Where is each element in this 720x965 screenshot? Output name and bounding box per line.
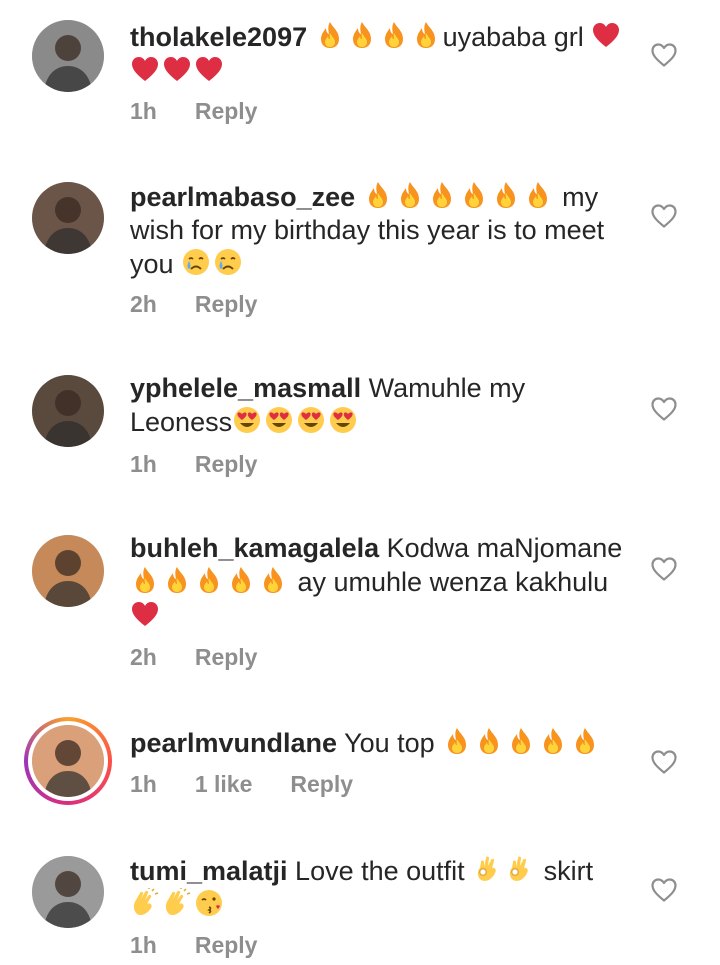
- comment-meta: 1h 1 like Reply: [130, 771, 391, 798]
- heart-outline-icon[interactable]: [650, 42, 678, 68]
- reply-button[interactable]: Reply: [195, 932, 258, 958]
- clapping-hands-emoji-icon: [162, 888, 192, 918]
- comment-meta: 1h Reply: [130, 98, 295, 125]
- heart-eyes-emoji-icon: [264, 405, 294, 435]
- comment-username[interactable]: pearlmvundlane: [130, 728, 337, 758]
- comment-meta: 1h Reply: [130, 451, 295, 478]
- clapping-hands-emoji-icon: [130, 888, 160, 918]
- comment-time: 1h: [130, 771, 157, 797]
- fire-emoji-icon: [491, 180, 521, 210]
- comment-username[interactable]: tholakele2097: [130, 22, 307, 52]
- comment-text: ay umuhle wenza kakhulu: [290, 567, 609, 597]
- avatar[interactable]: [32, 725, 104, 797]
- reply-button[interactable]: Reply: [195, 98, 258, 124]
- fire-emoji-icon: [363, 180, 393, 210]
- comment-meta: 1h Reply: [130, 932, 295, 959]
- crying-face-emoji-icon: [181, 247, 211, 277]
- heart-outline-icon[interactable]: [650, 203, 678, 229]
- fire-emoji-icon: [194, 565, 224, 595]
- fire-emoji-icon: [162, 565, 192, 595]
- comment-time: 2h: [130, 644, 157, 670]
- comment-text: skirt: [536, 856, 594, 886]
- fire-emoji-icon: [258, 565, 288, 595]
- crying-face-emoji-icon: [213, 247, 243, 277]
- ok-hand-emoji-icon: [472, 854, 502, 884]
- comment-username[interactable]: pearlmabaso_zee: [130, 182, 355, 212]
- fire-emoji-icon: [523, 180, 553, 210]
- fire-emoji-icon: [379, 20, 409, 50]
- ok-hand-emoji-icon: [504, 854, 534, 884]
- comment-body: tumi_malatji Love the outfit skirt: [130, 854, 630, 922]
- comment-meta: 2h Reply: [130, 291, 295, 318]
- comment-time: 1h: [130, 98, 157, 124]
- fire-emoji-icon: [411, 20, 441, 50]
- red-heart-emoji-icon: [591, 20, 621, 50]
- comment-username[interactable]: tumi_malatji: [130, 856, 288, 886]
- comment-time: 1h: [130, 451, 157, 477]
- avatar[interactable]: [32, 856, 104, 928]
- avatar[interactable]: [32, 535, 104, 607]
- red-heart-emoji-icon: [162, 54, 192, 84]
- fire-emoji-icon: [347, 20, 377, 50]
- avatar[interactable]: [32, 182, 104, 254]
- comment-username[interactable]: buhleh_kamagalela: [130, 533, 379, 563]
- fire-emoji-icon: [442, 726, 472, 756]
- reply-button[interactable]: Reply: [195, 644, 258, 670]
- heart-outline-icon[interactable]: [650, 749, 678, 775]
- fire-emoji-icon: [226, 565, 256, 595]
- heart-outline-icon[interactable]: [650, 877, 678, 903]
- comment-text: Kodwa maNjomane: [379, 533, 623, 563]
- fire-emoji-icon: [474, 726, 504, 756]
- comment-meta: 2h Reply: [130, 644, 295, 671]
- comment-text: uyababa grl: [442, 22, 592, 52]
- red-heart-emoji-icon: [130, 599, 160, 629]
- comment-body: pearlmvundlane You top: [130, 726, 630, 760]
- comment-body: tholakele2097 uyababa grl: [130, 20, 630, 88]
- comment-body: yphelele_masmall Wamuhle my Leoness: [130, 372, 630, 439]
- comment-likes-count[interactable]: 1 like: [195, 771, 253, 797]
- avatar[interactable]: [32, 20, 104, 92]
- comment-text: Love the outfit: [287, 856, 473, 886]
- kissing-face-emoji-icon: [194, 888, 224, 918]
- reply-button[interactable]: Reply: [195, 291, 258, 317]
- story-ring[interactable]: [24, 717, 112, 805]
- comment-username[interactable]: yphelele_masmall: [130, 373, 361, 403]
- heart-outline-icon[interactable]: [650, 556, 678, 582]
- comment-time: 2h: [130, 291, 157, 317]
- fire-emoji-icon: [130, 565, 160, 595]
- comment-time: 1h: [130, 932, 157, 958]
- fire-emoji-icon: [315, 20, 345, 50]
- reply-button[interactable]: Reply: [290, 771, 353, 797]
- avatar[interactable]: [32, 375, 104, 447]
- fire-emoji-icon: [459, 180, 489, 210]
- fire-emoji-icon: [570, 726, 600, 756]
- heart-eyes-emoji-icon: [296, 405, 326, 435]
- heart-eyes-emoji-icon: [232, 405, 262, 435]
- comment-body: buhleh_kamagalela Kodwa maNjomane ay umu…: [130, 532, 630, 633]
- reply-button[interactable]: Reply: [195, 451, 258, 477]
- heart-outline-icon[interactable]: [650, 396, 678, 422]
- fire-emoji-icon: [427, 180, 457, 210]
- comment-text: You top: [337, 728, 443, 758]
- red-heart-emoji-icon: [194, 54, 224, 84]
- fire-emoji-icon: [538, 726, 568, 756]
- fire-emoji-icon: [506, 726, 536, 756]
- fire-emoji-icon: [395, 180, 425, 210]
- comment-body: pearlmabaso_zee my wish for my birthday …: [130, 180, 630, 281]
- heart-eyes-emoji-icon: [328, 405, 358, 435]
- red-heart-emoji-icon: [130, 54, 160, 84]
